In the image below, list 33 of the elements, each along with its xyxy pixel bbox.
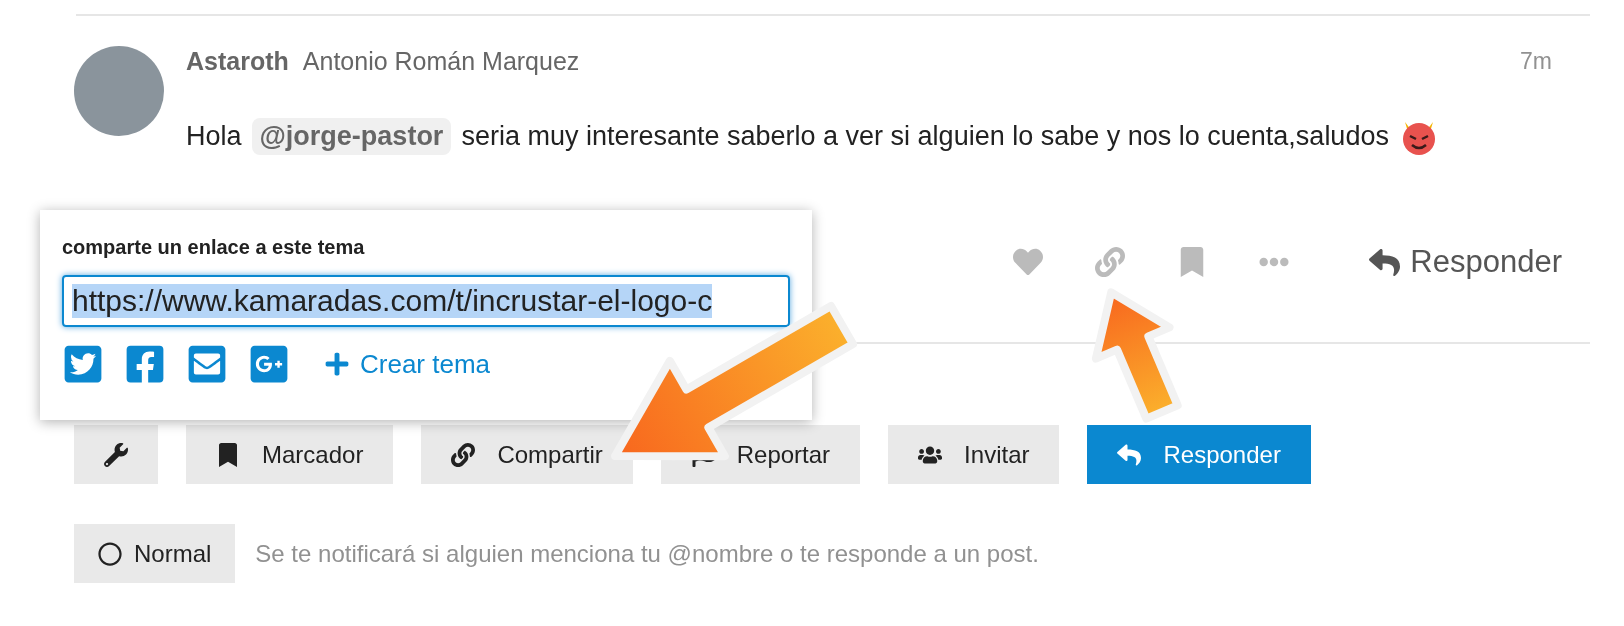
email-icon bbox=[186, 343, 228, 385]
share-title: comparte un enlace a este tema bbox=[62, 236, 366, 259]
new-topic-link[interactable]: Crear tema bbox=[324, 348, 491, 380]
reply-button[interactable]: Responder bbox=[1341, 244, 1562, 280]
post-time: 7m bbox=[1520, 47, 1552, 75]
topic-button[interactable]: Compartir bbox=[421, 425, 633, 484]
link-icon bbox=[1095, 247, 1126, 277]
notification-level-button[interactable]: Normal bbox=[74, 524, 236, 583]
facebook-icon bbox=[124, 343, 166, 385]
heart-icon bbox=[1013, 247, 1044, 277]
email-share-button[interactable] bbox=[186, 343, 228, 385]
plus-icon bbox=[324, 351, 350, 377]
admin-button[interactable] bbox=[74, 425, 158, 484]
topic-button[interactable]: Invitar bbox=[888, 425, 1060, 484]
topic-button[interactable]: Responder bbox=[1087, 425, 1311, 484]
mention-link[interactable]: @jorge-pastor bbox=[251, 117, 452, 155]
topic-button[interactable]: Marcador bbox=[186, 425, 394, 484]
link-icon bbox=[451, 442, 476, 467]
twitter-icon bbox=[62, 343, 104, 385]
post-text: seria muy interesante saberlo a ver si alguien lo sabe y nos lo cuenta,saludos bbox=[461, 120, 1389, 152]
username[interactable]: Astaroth bbox=[186, 46, 289, 76]
post-text: Hola bbox=[186, 120, 242, 152]
wrench-icon bbox=[104, 442, 128, 467]
facebook-share-button[interactable] bbox=[124, 343, 166, 385]
url-field[interactable]: https://www.kamaradas.com/t/incrustar-el-logo-c bbox=[62, 275, 790, 327]
full-name: Antonio Román Marquez bbox=[302, 46, 580, 76]
twitter-share-button[interactable] bbox=[62, 343, 104, 385]
notification-description: Se te notificará si alguien menciona tu @nombre o te responde a un post. bbox=[255, 539, 1039, 568]
google-plus-share-button[interactable] bbox=[248, 343, 290, 385]
bookmark-icon bbox=[216, 442, 240, 467]
reply-icon bbox=[1369, 246, 1401, 278]
google-plus-icon bbox=[248, 343, 290, 385]
reply-icon bbox=[1117, 442, 1142, 467]
